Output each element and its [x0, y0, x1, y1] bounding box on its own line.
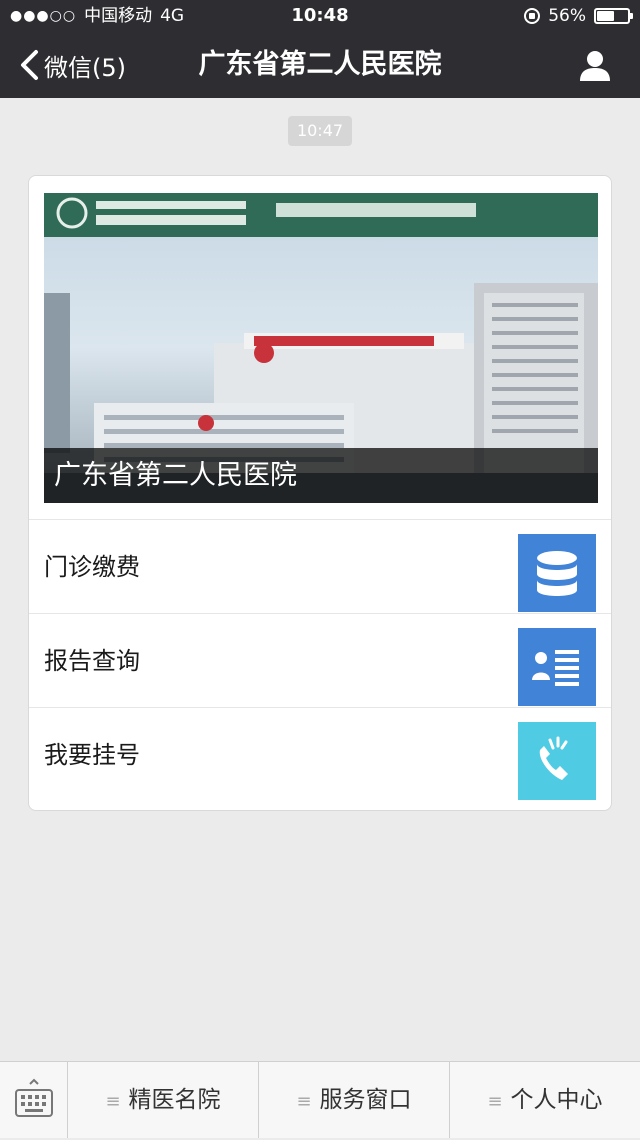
back-button[interactable]: 微信(5): [18, 32, 126, 98]
database-icon: [537, 551, 577, 596]
phone-call-icon: [539, 736, 568, 780]
menu-item-label: 报告查询: [44, 647, 140, 675]
cover-image[interactable]: 广东省第二人民医院: [44, 193, 598, 503]
tab-personal-center[interactable]: ≡ 个人中心: [450, 1062, 640, 1138]
battery-fill: [597, 11, 614, 21]
menu-list-icon: ≡: [487, 1091, 503, 1112]
back-label: 微信(5): [44, 53, 126, 82]
registration-tile: [518, 722, 596, 800]
status-bar: ●●●○○ 中国移动 4G 10:48 56%: [0, 0, 640, 32]
menu-item-label: 门诊缴费: [44, 553, 140, 581]
top-bar: ●●●○○ 中国移动 4G 10:48 56% 微信(5) 广东省第二人民医院: [0, 0, 640, 98]
rotation-lock-icon: [524, 8, 541, 24]
report-tile: [518, 628, 596, 706]
menu-item-outpatient-payment[interactable]: 门诊缴费: [29, 519, 611, 613]
hospital-message-card: 广东省第二人民医院 门诊缴费 报告查询 我要挂号: [28, 175, 612, 811]
menu-list-icon: ≡: [105, 1091, 121, 1112]
payment-tile: [518, 534, 596, 612]
bottom-menu: ≡ 精医名院 ≡ 服务窗口 ≡ 个人中心: [0, 1061, 640, 1138]
tab-label: 精医名院: [128, 1087, 221, 1113]
chevron-left-icon: [21, 50, 38, 80]
tab-featured-doctors[interactable]: ≡ 精医名院: [68, 1062, 259, 1138]
navigation-bar: 微信(5) 广东省第二人民医院: [0, 32, 640, 98]
cover-caption: 广东省第二人民医院: [44, 448, 598, 503]
report-card-icon: [532, 650, 579, 686]
menu-item-label: 我要挂号: [44, 741, 140, 769]
page-title: 广东省第二人民医院: [198, 49, 442, 80]
profile-icon[interactable]: [578, 48, 612, 82]
menu-item-registration[interactable]: 我要挂号: [29, 707, 611, 801]
keyboard-toggle-button[interactable]: [0, 1062, 68, 1138]
keyboard-icon: [15, 1078, 53, 1117]
menu-item-report-query[interactable]: 报告查询: [29, 613, 611, 707]
menu-list-icon: ≡: [296, 1091, 312, 1112]
battery-percent: 56%: [548, 6, 586, 26]
tab-label: 服务窗口: [319, 1087, 412, 1113]
tab-service-window[interactable]: ≡ 服务窗口: [259, 1062, 450, 1138]
tab-label: 个人中心: [510, 1087, 603, 1113]
battery-icon: [594, 8, 633, 24]
message-timestamp: 10:47: [288, 116, 352, 146]
